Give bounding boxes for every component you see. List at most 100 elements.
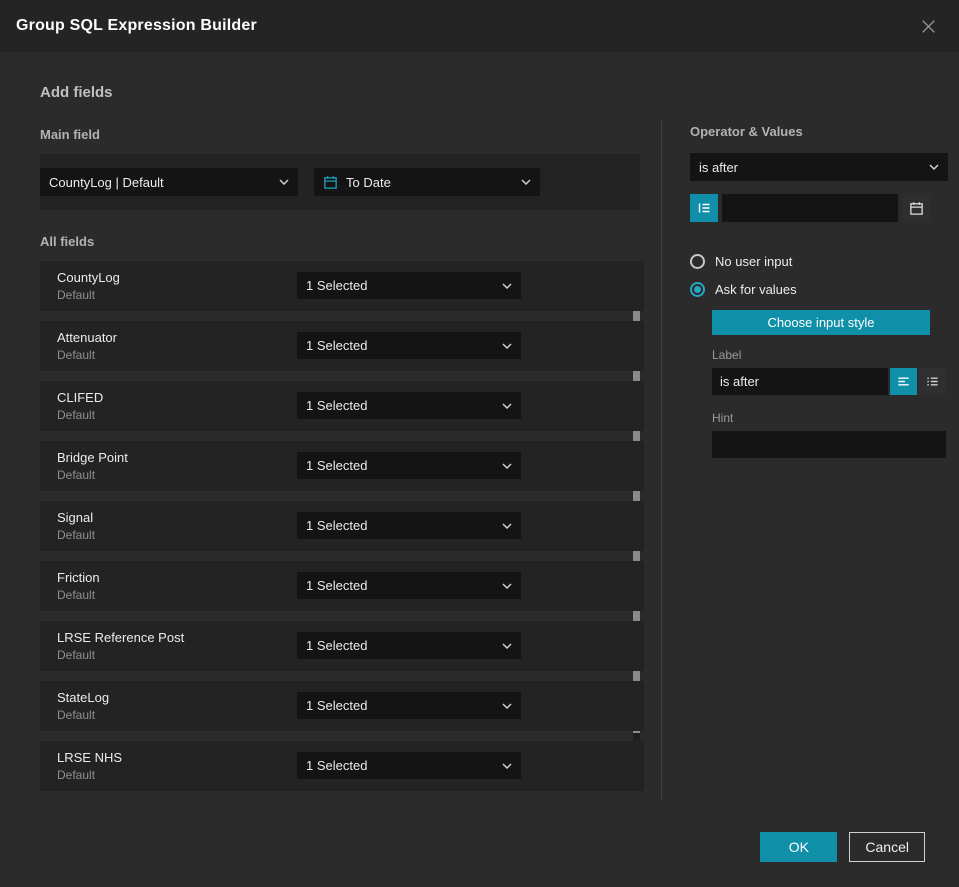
field-selection-dropdown[interactable]: 1 Selected [297,572,521,599]
dropdown-value: 1 Selected [306,458,368,473]
field-selection-dropdown[interactable]: 1 Selected [297,392,521,419]
operator-values-heading: Operator & Values [690,124,803,139]
radio-selected-icon [690,282,705,297]
field-type: Default [57,708,96,722]
field-type: Default [57,588,96,602]
chevron-down-icon [279,179,289,185]
chevron-down-icon [502,402,512,409]
cancel-button[interactable]: Cancel [849,832,925,862]
all-fields-label: All fields [40,234,95,249]
dropdown-value: 1 Selected [306,758,368,773]
no-user-input-radio[interactable]: No user input [690,254,930,269]
field-name: StateLog [57,690,110,705]
field-type: Default [57,288,96,302]
calendar-icon [909,201,923,215]
choose-input-style-button[interactable]: Choose input style [712,310,930,335]
operator-dropdown[interactable]: is after [690,153,948,181]
dropdown-value: 1 Selected [306,278,368,293]
add-fields-heading: Add fields [40,84,113,101]
chevron-down-icon [502,282,512,289]
radio-icon [690,254,705,269]
chevron-down-icon [502,702,512,709]
chevron-down-icon [502,762,512,769]
field-selection-dropdown[interactable]: 1 Selected [297,332,521,359]
list-values-icon [698,203,710,213]
field-type: Default [57,348,96,362]
field-name: Friction [57,570,100,585]
dropdown-value: 1 Selected [306,698,368,713]
text-input-style-icon [898,377,909,386]
main-field-dropdown[interactable]: CountyLog | Default [40,168,298,196]
field-row: CLIFED Default 1 Selected [40,381,644,431]
chevron-down-icon [929,164,939,170]
chevron-down-icon [502,582,512,589]
label-field-label: Label [712,348,742,362]
field-row: Bridge Point Default 1 Selected [40,441,644,491]
ask-for-values-options: Choose input style Label Hint [712,310,946,458]
field-selection-dropdown[interactable]: 1 Selected [297,692,521,719]
main-field-panel: CountyLog | Default To Date [40,154,640,210]
field-row-text: CountyLog Default [57,270,120,302]
dropdown-value: 1 Selected [306,578,368,593]
field-type: Default [57,528,96,542]
label-input[interactable] [712,368,888,395]
field-row-text: Bridge Point Default [57,450,128,482]
dialog-header: Group SQL Expression Builder [0,0,959,52]
no-user-input-label: No user input [715,254,793,269]
main-field-label: Main field [40,127,100,142]
column-divider [661,120,662,800]
all-fields-list: CountyLog Default 1 Selected Attenuator … [40,261,644,791]
text-input-style-button[interactable] [890,368,917,395]
field-selection-dropdown[interactable]: 1 Selected [297,452,521,479]
field-type: Default [57,648,96,662]
field-row: Attenuator Default 1 Selected [40,321,644,371]
date-picker-button[interactable] [902,194,930,222]
field-selection-dropdown[interactable]: 1 Selected [297,632,521,659]
chevron-down-icon [521,179,531,185]
field-type: Default [57,408,96,422]
date-value-row [690,194,930,222]
field-row-text: CLIFED Default [57,390,103,422]
hint-input[interactable] [712,431,946,458]
field-row-text: LRSE Reference Post Default [57,630,184,662]
ask-for-values-radio[interactable]: Ask for values [690,282,930,297]
dropdown-value: 1 Selected [306,338,368,353]
field-row: Friction Default 1 Selected [40,561,644,611]
dropdown-value: 1 Selected [306,518,368,533]
chevron-down-icon [502,462,512,469]
main-field-dropdown-value: CountyLog | Default [49,174,164,190]
ok-button[interactable]: OK [760,832,838,862]
dropdown-value: 1 Selected [306,638,368,653]
main-date-dropdown-value: To Date [346,174,391,190]
main-date-dropdown[interactable]: To Date [314,168,540,196]
field-name: CLIFED [57,390,104,405]
field-row-text: StateLog Default [57,690,109,722]
field-name: Signal [57,510,94,525]
dropdown-value: 1 Selected [306,398,368,413]
operator-dropdown-value: is after [699,159,739,175]
field-selection-dropdown[interactable]: 1 Selected [297,272,521,299]
chevron-down-icon [502,642,512,649]
date-value-input[interactable] [722,194,898,222]
field-row: LRSE Reference Post Default 1 Selected [40,621,644,671]
label-input-row [712,368,946,395]
field-selection-dropdown[interactable]: 1 Selected [297,752,521,779]
chevron-down-icon [502,342,512,349]
field-row: CountyLog Default 1 Selected [40,261,644,311]
field-name: LRSE Reference Post [57,630,185,645]
close-button[interactable] [920,18,937,35]
field-name: Attenuator [57,330,117,345]
list-input-style-icon [927,377,938,386]
field-row-text: Signal Default [57,510,95,542]
field-row: Signal Default 1 Selected [40,501,644,551]
chevron-down-icon [502,522,512,529]
hint-field-label: Hint [712,411,734,425]
value-source-toggle-button[interactable] [690,194,718,222]
calendar-icon [323,175,338,190]
field-row: StateLog Default 1 Selected [40,681,644,731]
field-row-text: LRSE NHS Default [57,750,122,782]
field-selection-dropdown[interactable]: 1 Selected [297,512,521,539]
group-sql-expression-builder-dialog: Group SQL Expression Builder Add fields … [0,0,959,887]
list-input-style-button[interactable] [919,368,946,395]
field-row: LRSE NHS Default 1 Selected [40,741,644,791]
